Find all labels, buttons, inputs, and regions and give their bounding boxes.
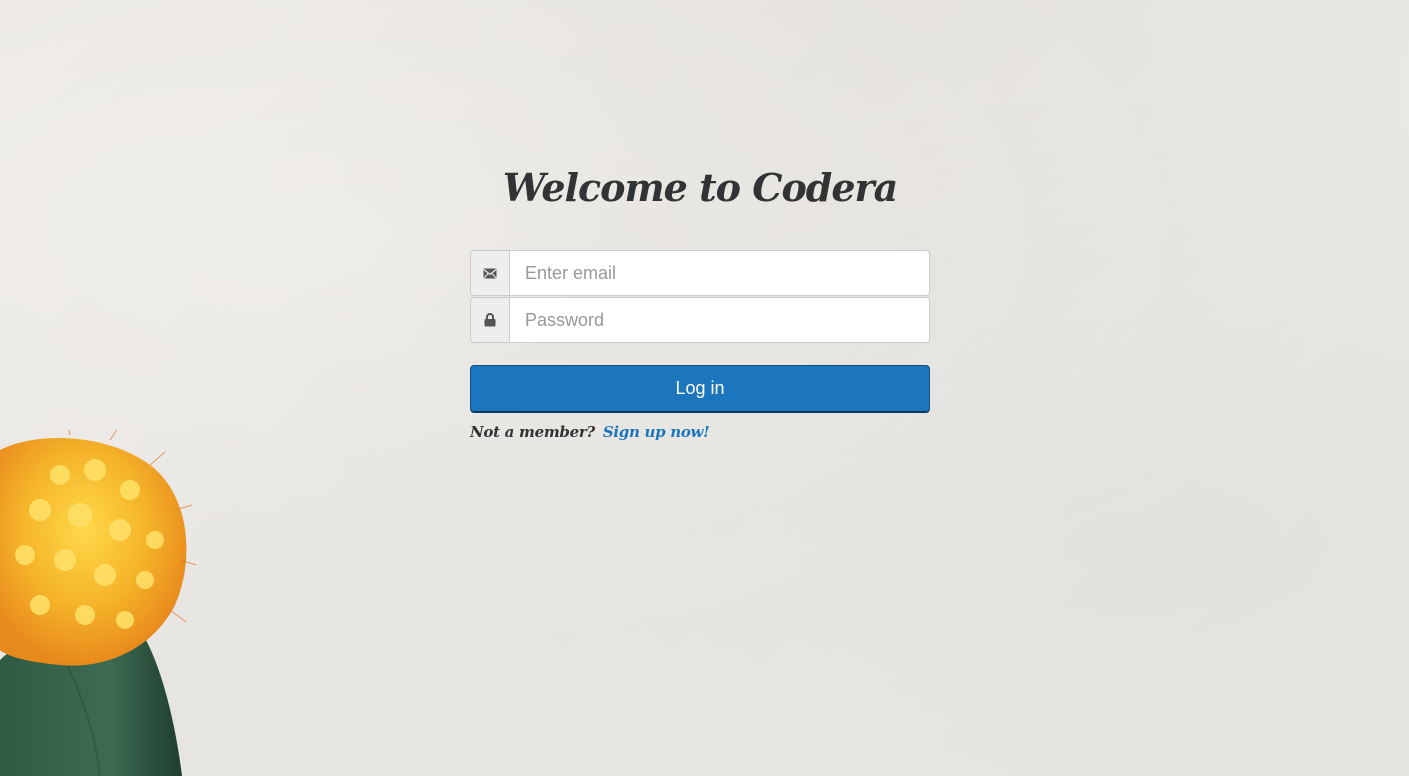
envelope-icon — [470, 250, 509, 296]
email-input-group — [470, 250, 930, 296]
login-form: Log in — [470, 250, 930, 413]
signup-prompt: Not a member? Sign up now! — [470, 423, 930, 441]
cactus-image — [0, 430, 197, 776]
login-button[interactable]: Log in — [470, 365, 930, 413]
member-prompt-text: Not a member? — [470, 423, 595, 441]
signup-link[interactable]: Sign up now! — [603, 423, 710, 441]
password-field[interactable] — [509, 297, 930, 343]
email-field[interactable] — [509, 250, 930, 296]
login-panel: Welcome to Codera Log in N — [470, 160, 930, 441]
page-title: Welcome to Codera — [502, 165, 898, 210]
lock-icon — [470, 297, 509, 343]
password-input-group — [470, 297, 930, 343]
